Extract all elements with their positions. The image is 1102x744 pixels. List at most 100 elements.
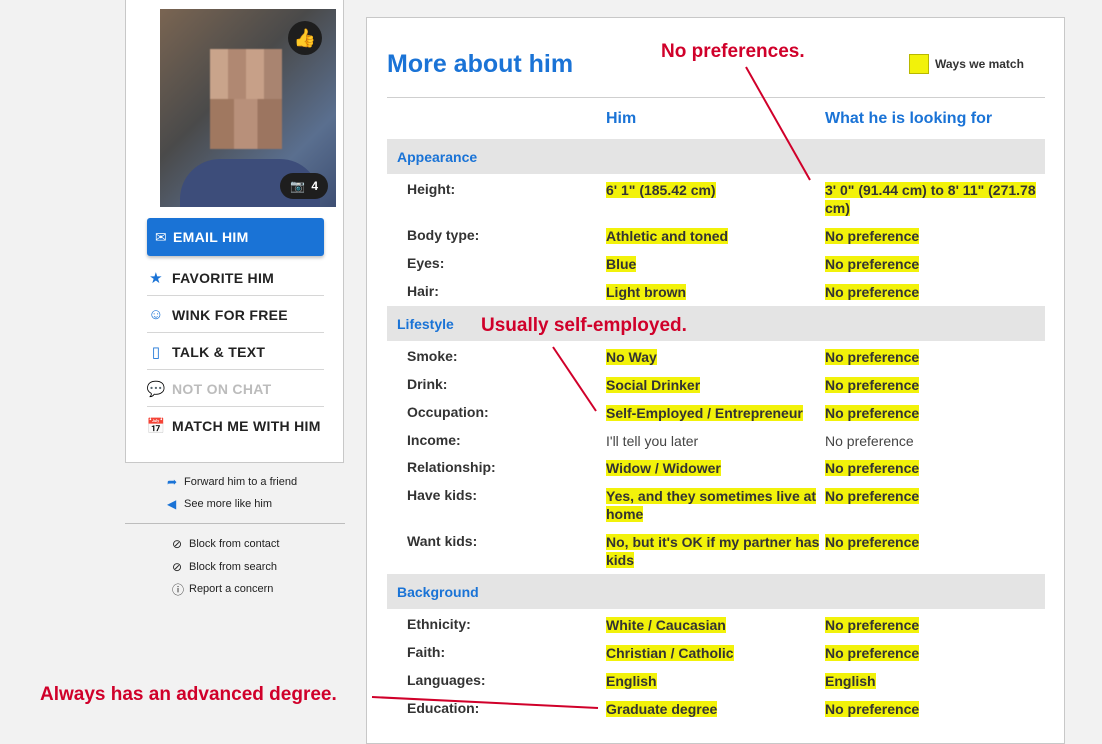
profile-sidebar: 👍 📷 4 ✉ EMAIL HIM ★ FAVORITE HIM ☺ WINK … — [125, 0, 344, 463]
block-contact-link[interactable]: ⊘ Block from contact — [172, 533, 279, 556]
want-value: No preference — [825, 460, 920, 476]
row-label: Height: — [407, 181, 456, 197]
row-label: Have kids: — [407, 487, 478, 503]
want-value: No preference — [825, 645, 920, 661]
him-value: No Way — [606, 349, 657, 365]
row-label: Ethnicity: — [407, 616, 471, 632]
section-appearance: Appearance — [387, 139, 1045, 174]
favorite-him-label: FAVORITE HIM — [172, 269, 275, 286]
annotation-self-employed: Usually self-employed. — [481, 315, 687, 336]
pixelated-face — [210, 49, 282, 149]
want-value: No preference — [825, 433, 914, 449]
want-value: No preference — [825, 534, 920, 550]
row-label: Education: — [407, 700, 480, 716]
profile-photo[interactable]: 👍 📷 4 — [160, 9, 336, 207]
him-value: No, but it's OK if my partner has kids — [606, 534, 820, 568]
see-more-link[interactable]: ◀ See more like him — [167, 493, 297, 515]
circle-arrow-icon: ◀ — [167, 497, 177, 511]
chat-bubble-icon: 💬 — [146, 380, 166, 398]
row-label: Smoke: — [407, 348, 458, 364]
column-header-looking-for: What he is looking for — [825, 110, 993, 127]
want-value: English — [825, 673, 876, 689]
title-divider — [387, 97, 1045, 98]
him-value: I'll tell you later — [606, 433, 699, 449]
wink-button[interactable]: ☺ WINK FOR FREE — [147, 297, 324, 333]
talk-text-label: TALK & TEXT — [172, 343, 266, 360]
smiley-icon: ☺ — [148, 306, 164, 323]
wink-label: WINK FOR FREE — [172, 306, 288, 323]
photo-count-badge[interactable]: 📷 4 — [280, 173, 328, 199]
him-value: Social Drinker — [606, 377, 701, 393]
want-value: No preference — [825, 377, 920, 393]
section-background: Background — [387, 574, 1045, 609]
want-value: No preference — [825, 488, 920, 504]
want-value: No preference — [825, 349, 920, 365]
camera-icon: 📷 — [290, 179, 306, 193]
him-value: Yes, and they sometimes live at home — [606, 488, 817, 522]
him-value: Self-Employed / Entrepreneur — [606, 405, 803, 421]
report-concern-link[interactable]: ⓘ Report a concern — [172, 578, 279, 601]
him-value: Graduate degree — [606, 701, 718, 717]
row-label: Body type: — [407, 227, 480, 243]
star-icon: ★ — [149, 269, 163, 287]
block-search-label: Block from search — [189, 560, 278, 573]
him-value: Widow / Widower — [606, 460, 721, 476]
match-me-label: MATCH ME WITH HIM — [172, 418, 321, 434]
not-on-chat-label: NOT ON CHAT — [172, 380, 272, 397]
favorite-him-button[interactable]: ★ FAVORITE HIM — [147, 260, 324, 296]
match-me-button[interactable]: 📅 MATCH ME WITH HIM — [147, 408, 324, 444]
forward-link[interactable]: ➦ Forward him to a friend — [167, 471, 297, 493]
row-label: Languages: — [407, 672, 486, 688]
want-value: No preference — [825, 256, 920, 272]
phone-icon: ▯ — [151, 343, 161, 361]
info-icon: ⓘ — [172, 582, 185, 597]
row-label: Hair: — [407, 283, 439, 299]
thumbs-up-icon[interactable]: 👍 — [288, 21, 322, 55]
him-value: Light brown — [606, 284, 687, 300]
envelope-icon: ✉ — [155, 228, 168, 245]
want-value: No preference — [825, 617, 920, 633]
report-concern-label: Report a concern — [189, 583, 274, 596]
row-label: Occupation: — [407, 404, 489, 420]
page-title: More about him — [387, 50, 574, 78]
talk-text-button[interactable]: ▯ TALK & TEXT — [147, 334, 324, 370]
block-icon: ⊘ — [172, 559, 183, 574]
him-value: White / Caucasian — [606, 617, 726, 633]
email-him-button[interactable]: ✉ EMAIL HIM — [147, 218, 324, 256]
block-icon: ⊘ — [172, 537, 183, 552]
row-label: Eyes: — [407, 255, 445, 271]
annotation-no-preference: No preferences. — [661, 41, 805, 62]
row-label: Relationship: — [407, 459, 496, 475]
legend-swatch — [909, 54, 929, 74]
him-value: Athletic and toned — [606, 228, 729, 244]
calendar-match-icon: 📅 — [146, 418, 166, 435]
him-value: 6' 1" (185.42 cm) — [606, 182, 716, 198]
want-value: 3' 0" (91.44 cm) to 8' 11" (271.78 cm) — [825, 182, 1036, 216]
him-value: Christian / Catholic — [606, 645, 734, 661]
want-value: No preference — [825, 701, 920, 717]
not-on-chat-button: 💬 NOT ON CHAT — [147, 371, 324, 407]
column-header-him: Him — [606, 110, 637, 127]
safety-links: ⊘ Block from contact ⊘ Block from search… — [172, 533, 279, 601]
divider — [125, 523, 345, 524]
forward-label: Forward him to a friend — [184, 476, 298, 488]
details-card: More about him Ways we match Him What he… — [366, 17, 1065, 744]
row-label: Want kids: — [407, 533, 478, 549]
row-label: Faith: — [407, 644, 446, 660]
forward-arrow-icon: ➦ — [167, 475, 178, 489]
match-legend: Ways we match — [909, 54, 1024, 74]
annotation-advanced-degree: Always has an advanced degree. — [40, 684, 337, 705]
legend-label: Ways we match — [935, 57, 1024, 71]
row-label: Drink: — [407, 376, 448, 392]
want-value: No preference — [825, 228, 920, 244]
email-him-label: EMAIL HIM — [173, 229, 249, 245]
see-more-label: See more like him — [184, 498, 273, 510]
want-value: No preference — [825, 284, 920, 300]
him-value: English — [606, 673, 657, 689]
want-value: No preference — [825, 405, 920, 421]
row-label: Income: — [407, 432, 461, 448]
block-contact-label: Block from contact — [189, 538, 280, 551]
share-links: ➦ Forward him to a friend ◀ See more lik… — [167, 471, 297, 515]
block-search-link[interactable]: ⊘ Block from search — [172, 556, 279, 579]
photo-count: 4 — [311, 179, 318, 193]
